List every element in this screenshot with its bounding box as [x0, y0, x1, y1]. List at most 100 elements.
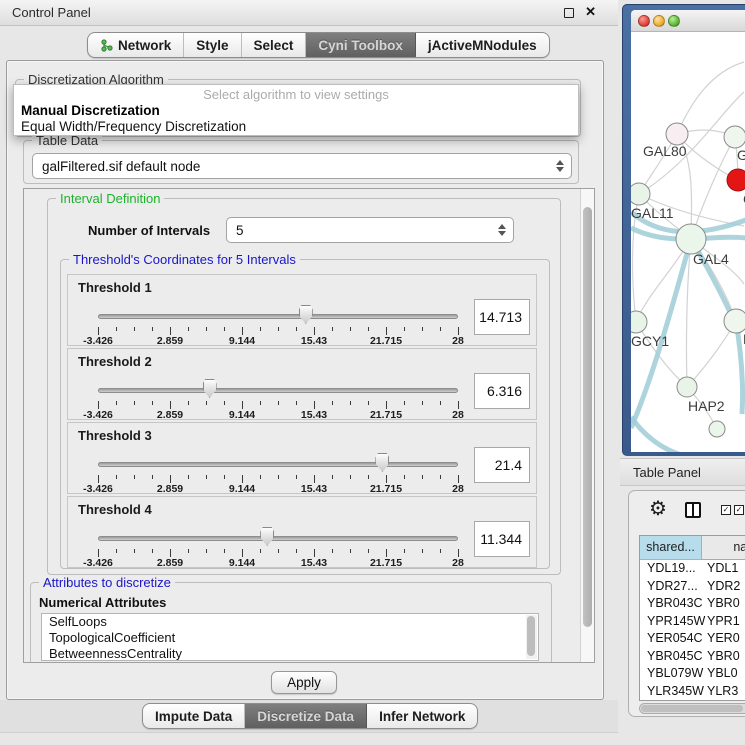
network-node[interactable] — [724, 126, 745, 148]
threshold-label: Threshold 3 — [78, 428, 152, 443]
network-node[interactable] — [631, 183, 650, 205]
cell-shared-name[interactable]: YBR045C — [640, 648, 702, 666]
threshold-value-input[interactable]: 14.713 — [474, 299, 530, 335]
slider-track[interactable] — [98, 314, 458, 319]
cell-name[interactable]: YER0 — [702, 630, 745, 648]
network-node[interactable] — [631, 311, 647, 333]
slider-track[interactable] — [98, 388, 458, 393]
table-row[interactable]: YBL079WYBL0 — [640, 665, 745, 683]
network-node[interactable] — [727, 169, 745, 191]
slider-track[interactable] — [98, 462, 458, 467]
column-header-name[interactable]: name — [702, 536, 745, 560]
table-header-row: shared... name — [640, 536, 745, 560]
network-node[interactable] — [709, 421, 725, 437]
threshold-panel: Threshold 2-3.4262.8599.14415.4321.71528… — [67, 348, 537, 420]
apply-button[interactable]: Apply — [271, 671, 337, 694]
attribute-list-item[interactable]: SelfLoops — [42, 614, 538, 630]
table-row[interactable]: YER054CYER0 — [640, 630, 745, 648]
tab-select[interactable]: Select — [242, 33, 307, 57]
table-row[interactable]: YLR345WYLR3 — [640, 683, 745, 701]
threshold-slider[interactable]: -3.4262.8599.14415.4321.71528 — [98, 303, 458, 345]
dropdown-option-equal-width-frequency[interactable]: Equal Width/Frequency Discretization — [21, 119, 246, 134]
threshold-value-input[interactable]: 11.344 — [474, 521, 530, 557]
slider-thumb-icon[interactable] — [203, 379, 217, 398]
table-data-combobox[interactable]: galFiltered.sif default node — [32, 153, 572, 179]
traffic-light-close-icon[interactable] — [638, 15, 650, 27]
threshold-value-input[interactable]: 6.316 — [474, 373, 530, 409]
threshold-slider[interactable]: -3.4262.8599.14415.4321.71528 — [98, 377, 458, 419]
number-of-intervals-spinner[interactable]: 5 — [226, 217, 514, 243]
tick-label: 2.859 — [157, 483, 183, 495]
attributes-list[interactable]: SelfLoopsTopologicalCoefficientBetweenne… — [41, 613, 539, 661]
cell-shared-name[interactable]: YER054C — [640, 630, 702, 648]
cell-name[interactable]: YPR1 — [702, 613, 745, 631]
cell-shared-name[interactable]: YDR27... — [640, 578, 702, 596]
threshold-slider[interactable]: -3.4262.8599.14415.4321.71528 — [98, 451, 458, 493]
interval-definition-groupbox: Interval Definition Number of Intervals … — [47, 198, 561, 575]
network-node[interactable] — [724, 309, 745, 333]
table-row[interactable]: YPR145WYPR1 — [640, 613, 745, 631]
slider-thumb-icon[interactable] — [375, 453, 389, 472]
tab-style[interactable]: Style — [184, 33, 241, 57]
network-node[interactable] — [666, 123, 688, 145]
attribute-list-item[interactable]: TopologicalCoefficient — [42, 630, 538, 646]
checkbox-icon: ✓ — [721, 505, 731, 515]
bottom-tab-discretize-data[interactable]: Discretize Data — [245, 704, 367, 728]
list-scrollbar[interactable] — [526, 615, 537, 659]
table-row[interactable]: YIL053CYIL0 — [640, 700, 745, 701]
horizontal-scrollbar[interactable] — [639, 703, 745, 714]
tab-cyni-toolbox[interactable]: Cyni Toolbox — [306, 33, 416, 57]
cell-name[interactable]: YDL1 — [702, 560, 745, 578]
threshold-value-input[interactable]: 21.4 — [474, 447, 530, 483]
cell-shared-name[interactable]: YBL079W — [640, 665, 702, 683]
slider-ticks — [98, 475, 458, 483]
select-columns-icon[interactable]: ✓ ✓ — [721, 505, 744, 515]
cell-shared-name[interactable]: YPR145W — [640, 613, 702, 631]
traffic-light-zoom-icon[interactable] — [668, 15, 680, 27]
threshold-slider[interactable]: -3.4262.8599.14415.4321.71528 — [98, 525, 458, 567]
cell-name[interactable]: YLR3 — [702, 683, 745, 701]
slider-thumb-icon[interactable] — [260, 527, 274, 546]
table-row[interactable]: YDR27...YDR2 — [640, 578, 745, 596]
cell-name[interactable]: YIL0 — [702, 700, 745, 701]
column-header-shared-name[interactable]: shared... — [640, 536, 702, 560]
interval-definition-title: Interval Definition — [56, 191, 164, 206]
cell-shared-name[interactable]: YBR043C — [640, 595, 702, 613]
network-edge[interactable] — [677, 62, 744, 134]
tab-network[interactable]: Network — [88, 33, 184, 57]
cell-shared-name[interactable]: YDL19... — [640, 560, 702, 578]
table-row[interactable]: YDL19...YDL1 — [640, 560, 745, 578]
columns-icon[interactable] — [685, 502, 701, 518]
bottom-tab-infer-network[interactable]: Infer Network — [367, 704, 477, 728]
network-node[interactable] — [677, 377, 697, 397]
bottom-tab-impute-data[interactable]: Impute Data — [143, 704, 245, 728]
traffic-light-minimize-icon[interactable] — [653, 15, 665, 27]
dropdown-option-manual-discretization[interactable]: Manual Discretization — [21, 103, 160, 118]
scrollbar-thumb[interactable] — [583, 207, 592, 627]
scrollbar-thumb[interactable] — [641, 705, 743, 712]
slider-thumb-icon[interactable] — [299, 305, 313, 324]
node-table[interactable]: shared... name YDL19...YDL1YDR27...YDR2Y… — [639, 535, 745, 701]
network-edge-thick[interactable] — [736, 321, 743, 414]
dropdown-placeholder-option[interactable]: Select algorithm to view settings — [14, 87, 578, 102]
network-edge[interactable] — [636, 322, 687, 387]
attribute-list-item[interactable]: BetweennessCentrality — [42, 646, 538, 661]
cell-name[interactable]: YDR2 — [702, 578, 745, 596]
tab-jactivemnodules[interactable]: jActiveMNodules — [416, 33, 549, 57]
slider-track[interactable] — [98, 536, 458, 541]
network-graph[interactable]: GAL80GACGAL11GAL4GCY1HHAP2 — [631, 32, 745, 452]
table-row[interactable]: YBR045CYBR0 — [640, 648, 745, 666]
float-panel-icon[interactable] — [564, 8, 574, 18]
network-node[interactable] — [676, 224, 706, 254]
gear-icon[interactable]: ⚙ — [649, 499, 667, 519]
table-row[interactable]: YBR043CYBR0 — [640, 595, 745, 613]
cell-shared-name[interactable]: YLR345W — [640, 683, 702, 701]
cell-name[interactable]: YBR0 — [702, 648, 745, 666]
network-view-window: GAL80GACGAL11GAL4GCY1HHAP2 — [622, 4, 745, 456]
cell-name[interactable]: YBR0 — [702, 595, 745, 613]
cell-shared-name[interactable]: YIL053C — [640, 700, 702, 701]
network-canvas[interactable]: GAL80GACGAL11GAL4GCY1HHAP2 — [631, 32, 745, 452]
vertical-scrollbar[interactable] — [580, 189, 594, 662]
cell-name[interactable]: YBL0 — [702, 665, 745, 683]
close-panel-icon[interactable]: ✕ — [585, 4, 596, 20]
